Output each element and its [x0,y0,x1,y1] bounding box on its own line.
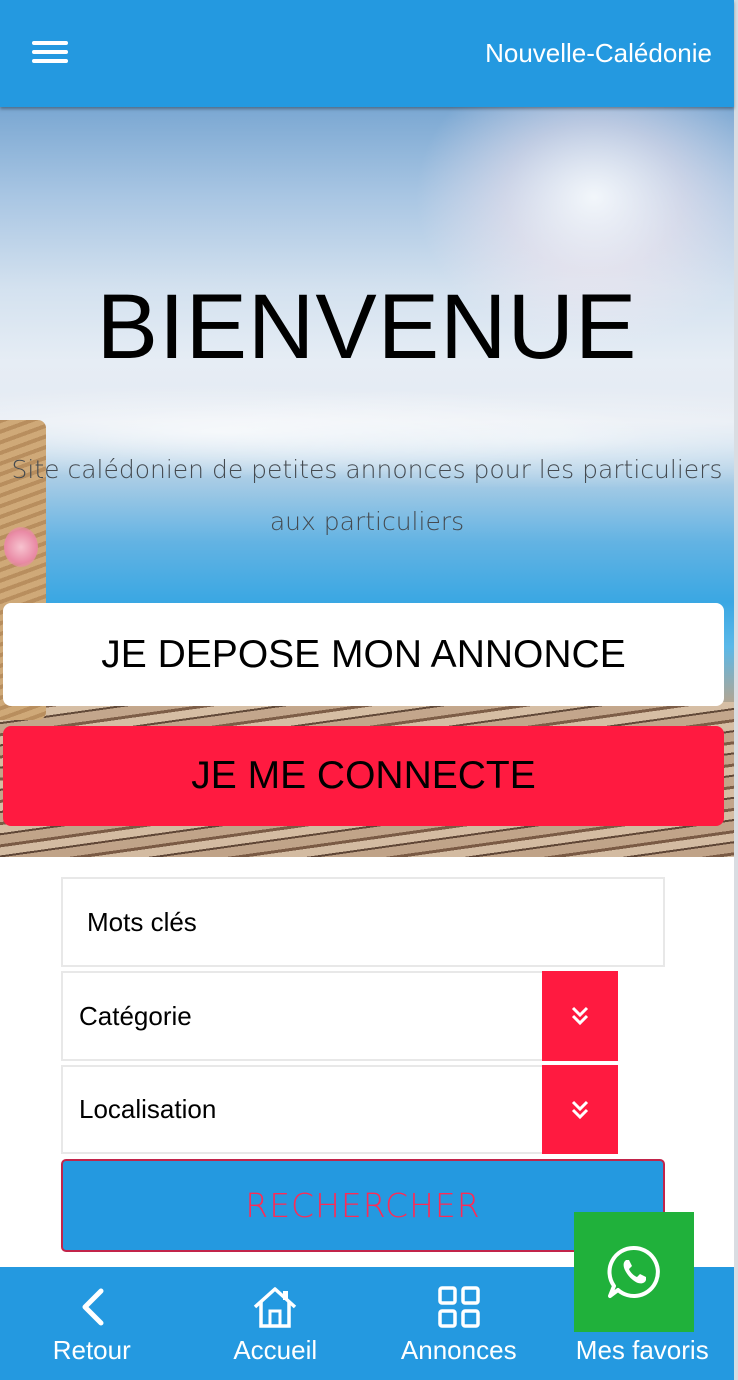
page: Nouvelle-Calédonie BIENVENUE Site calédo… [0,0,738,1380]
post-ad-button[interactable]: JE DEPOSE MON ANNONCE [3,603,724,706]
region-label[interactable]: Nouvelle-Calédonie [485,38,712,69]
nav-label: Retour [52,1335,131,1365]
nav-item-listings[interactable]: Annonces [367,1267,551,1380]
home-icon [251,1285,299,1329]
top-app-bar: Nouvelle-Calédonie [0,0,734,107]
double-chevron-down-icon[interactable] [542,1065,618,1154]
whatsapp-icon [607,1245,660,1298]
double-chevron-down-icon[interactable] [542,971,618,1061]
nav-label: Annonces [400,1335,517,1365]
hero-banner: BIENVENUE Site calédonien de petites ann… [0,107,734,857]
category-select[interactable]: Catégorie [61,971,618,1061]
whatsapp-button[interactable] [574,1212,694,1332]
location-label: Localisation [79,1094,217,1124]
keywords-input[interactable] [63,879,663,965]
category-label: Catégorie [79,1000,192,1031]
nav-label: Mes favoris [575,1335,709,1365]
nav-item-back[interactable]: Retour [0,1267,184,1380]
login-button[interactable]: JE ME CONNECTE [3,726,724,826]
nav-item-home[interactable]: Accueil [184,1267,368,1380]
hero-title: BIENVENUE [96,276,638,378]
chevron-left-icon [68,1285,116,1329]
hamburger-icon[interactable] [32,40,70,66]
hero-subtitle: Site calédonien de petites annonces pour… [11,455,723,536]
page-edge [734,0,738,1380]
keywords-field [61,877,665,967]
nav-label: Accueil [233,1335,318,1365]
grid-icon [435,1285,483,1329]
location-select[interactable]: Localisation [61,1065,618,1154]
